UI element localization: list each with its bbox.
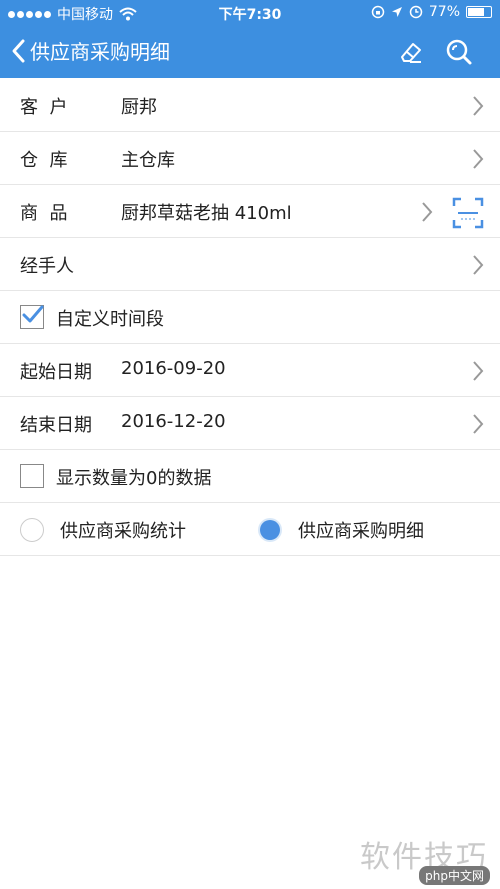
product-label: 商 品 bbox=[20, 203, 68, 224]
report-type-row: 供应商采购统计 供应商采购明细 bbox=[0, 503, 500, 556]
end-date-row[interactable]: 结束日期 2016-12-20 bbox=[0, 397, 500, 450]
chevron-right-icon bbox=[473, 96, 484, 116]
customer-label: 客 户 bbox=[20, 97, 68, 118]
custom-period-row[interactable]: 自定义时间段 bbox=[0, 291, 500, 344]
search-icon[interactable] bbox=[444, 37, 474, 67]
custom-period-label: 自定义时间段 bbox=[56, 309, 164, 330]
radio-label-statistics: 供应商采购统计 bbox=[60, 521, 186, 542]
product-row[interactable]: 商 品 厨邦草菇老抽 410ml bbox=[0, 185, 500, 238]
location-icon bbox=[391, 7, 402, 17]
start-date-label: 起始日期 bbox=[20, 362, 92, 383]
battery-icon bbox=[466, 6, 492, 18]
handler-row[interactable]: 经手人 bbox=[0, 238, 500, 291]
custom-period-checkbox[interactable] bbox=[20, 305, 44, 329]
show-zero-checkbox[interactable] bbox=[20, 464, 44, 488]
chevron-right-icon bbox=[473, 255, 484, 275]
back-button[interactable]: 供应商采购明细 bbox=[10, 36, 170, 65]
start-date-value: 2016-09-20 bbox=[121, 358, 226, 379]
start-date-row[interactable]: 起始日期 2016-09-20 bbox=[0, 344, 500, 397]
chevron-right-icon bbox=[473, 414, 484, 434]
warehouse-label: 仓 库 bbox=[20, 150, 68, 171]
watermark-badge: php中文网 bbox=[419, 866, 490, 885]
chevron-left-icon bbox=[12, 39, 25, 62]
radio-supplier-statistics[interactable] bbox=[20, 518, 44, 542]
checkmark-icon bbox=[22, 305, 44, 323]
status-bar: 中国移动 下午7:30 77% bbox=[0, 0, 500, 26]
chevron-right-icon bbox=[473, 149, 484, 169]
rotation-lock-icon bbox=[371, 5, 385, 19]
radio-supplier-detail[interactable] bbox=[258, 518, 282, 542]
radio-label-detail: 供应商采购明细 bbox=[298, 521, 424, 542]
customer-row[interactable]: 客 户 厨邦 bbox=[0, 79, 500, 132]
end-date-value: 2016-12-20 bbox=[121, 411, 226, 432]
chevron-right-icon bbox=[422, 202, 433, 222]
alarm-icon bbox=[409, 5, 423, 19]
battery-percent: 77% bbox=[428, 4, 460, 20]
customer-value: 厨邦 bbox=[121, 97, 157, 118]
warehouse-row[interactable]: 仓 库 主仓库 bbox=[0, 132, 500, 185]
handler-label: 经手人 bbox=[20, 256, 74, 277]
barcode-scan-icon[interactable] bbox=[452, 197, 484, 229]
show-zero-row[interactable]: 显示数量为0的数据 bbox=[0, 450, 500, 503]
end-date-label: 结束日期 bbox=[20, 415, 92, 436]
warehouse-value: 主仓库 bbox=[121, 150, 175, 171]
show-zero-label: 显示数量为0的数据 bbox=[56, 468, 212, 489]
product-value: 厨邦草菇老抽 410ml bbox=[121, 203, 292, 224]
page-title: 供应商采购明细 bbox=[30, 40, 170, 64]
nav-bar: 供应商采购明细 bbox=[0, 26, 500, 78]
chevron-right-icon bbox=[473, 361, 484, 381]
eraser-icon[interactable] bbox=[396, 37, 426, 67]
